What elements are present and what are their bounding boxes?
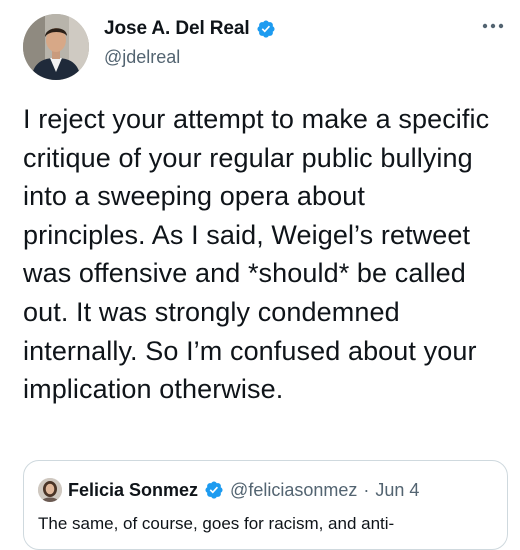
author-handle[interactable]: @jdelreal (104, 47, 180, 68)
author-name-row: Jose A. Del Real (104, 18, 276, 40)
quoted-date: Jun 4 (375, 479, 420, 500)
quoted-tweet-text: The same, of course, goes for racism, an… (38, 514, 395, 533)
quoted-author-avatar-icon (38, 478, 62, 502)
more-options-icon[interactable] (480, 16, 506, 36)
author-avatar[interactable] (23, 14, 89, 80)
quoted-tweet-card[interactable]: Felicia Sonmez @feliciasonmez · Jun 4 Th… (23, 460, 508, 550)
quoted-author-handle: @feliciasonmez (230, 479, 358, 500)
tweet-text: I reject your attempt to make a specific… (23, 104, 490, 405)
author-display-name[interactable]: Jose A. Del Real (104, 18, 250, 40)
quoted-tweet-header: Felicia Sonmez @feliciasonmez · Jun 4 (38, 478, 419, 502)
quoted-author-name: Felicia Sonmez (68, 479, 199, 500)
tweet: Jose A. Del Real @jdelreal I reject your… (0, 0, 520, 550)
profile-photo-icon (23, 14, 89, 80)
quoted-verified-badge-icon (204, 480, 224, 500)
verified-badge-icon (256, 19, 276, 39)
quoted-separator: · (363, 479, 370, 500)
